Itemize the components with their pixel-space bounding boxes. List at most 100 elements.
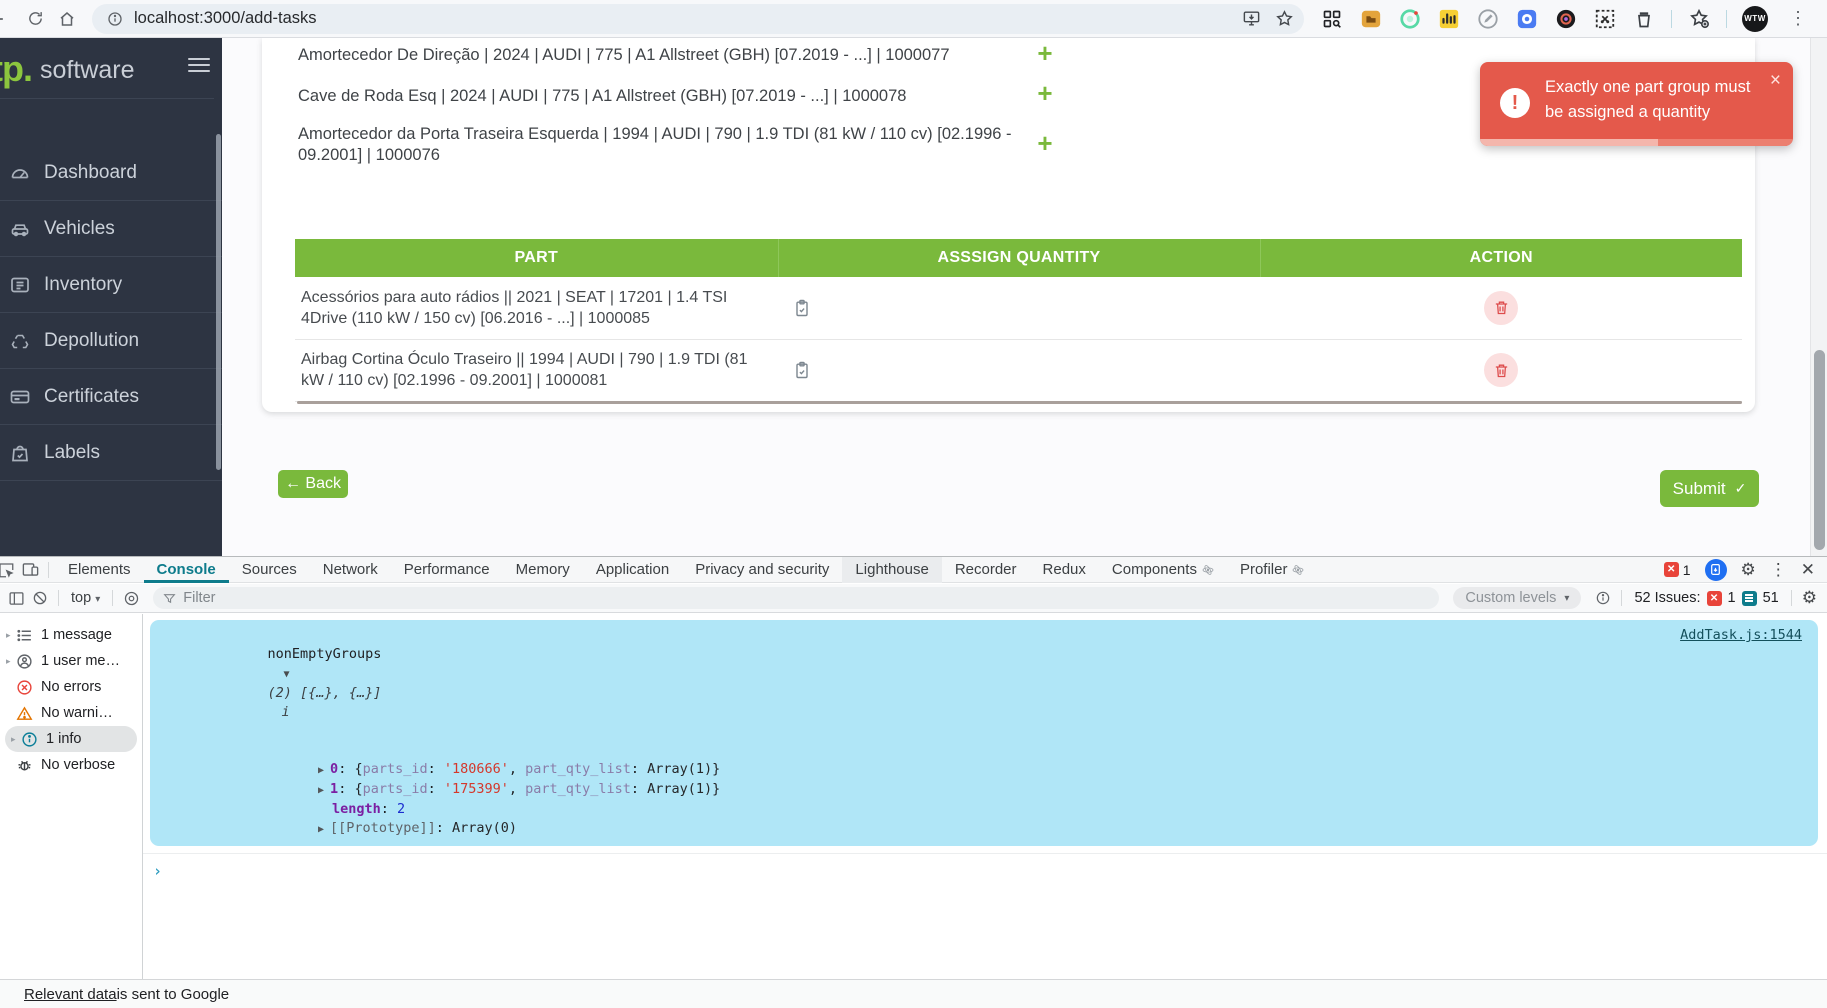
sidebar-item-label: Dashboard — [44, 162, 137, 184]
delete-part-button[interactable] — [1484, 291, 1518, 325]
hamburger-icon[interactable] — [188, 54, 210, 76]
console-prompt[interactable]: › — [143, 854, 1827, 880]
devtools-menu-icon[interactable]: ⋮ — [1770, 560, 1787, 580]
live-expression-eye-icon[interactable] — [119, 590, 143, 607]
issues-counter[interactable]: 52 Issues: ✕ 1 51 — [1634, 590, 1778, 606]
filter-info-selected[interactable]: ▸ 1 info — [5, 726, 137, 752]
add-part-button[interactable]: + — [1030, 40, 1060, 66]
console-settings-icon[interactable]: ⚙ — [1802, 588, 1817, 608]
issue-error-icon: ✕ — [1707, 591, 1722, 606]
bookmark-star-icon[interactable] — [1275, 9, 1294, 28]
chevron-down-icon: ▾ — [1564, 593, 1569, 604]
context-selector[interactable]: top ▾ — [71, 590, 100, 606]
sidebar-item-vehicles[interactable]: Vehicles — [0, 201, 222, 257]
sidebar-item-inventory[interactable]: Inventory — [0, 257, 222, 313]
devtools-sync-icon[interactable] — [1705, 559, 1727, 581]
levels-value: Custom levels — [1465, 590, 1556, 606]
back-button[interactable]: ← Back — [278, 470, 348, 498]
source-location-link[interactable]: AddTask.js:1544 — [1680, 626, 1802, 645]
assign-quantity-icon[interactable] — [792, 360, 1259, 380]
add-part-button[interactable]: + — [1030, 80, 1060, 106]
log-levels-dropdown[interactable]: Custom levels ▾ — [1453, 587, 1581, 609]
filter-placeholder: Filter — [183, 590, 215, 606]
part-cell: Airbag Cortina Óculo Traseiro || 1994 | … — [295, 339, 778, 401]
toolbar-divider — [1621, 590, 1622, 606]
ext-target-icon[interactable] — [1398, 7, 1422, 31]
sidebar-item-depollution[interactable]: Depollution — [0, 313, 222, 369]
tab-recorder[interactable]: Recorder — [942, 557, 1030, 583]
page-scrollbar-thumb[interactable] — [1814, 350, 1825, 550]
add-part-button[interactable]: + — [1030, 130, 1060, 156]
filter-label: No warni… — [41, 705, 113, 721]
sidebar-scrollbar[interactable] — [216, 134, 221, 470]
sidebar-item-certificates[interactable]: Certificates — [0, 369, 222, 425]
clear-console-icon[interactable] — [28, 590, 52, 606]
ext-folder-icon[interactable] — [1359, 7, 1383, 31]
toolbar-divider — [112, 590, 113, 606]
tab-network[interactable]: Network — [310, 557, 391, 583]
ext-pencil-icon[interactable] — [1476, 7, 1500, 31]
sidebar-item-labels[interactable]: Labels — [0, 425, 222, 481]
tab-performance[interactable]: Performance — [391, 557, 503, 583]
extensions-row: WTW ⋮ — [1320, 6, 1817, 32]
ext-blue-icon[interactable] — [1515, 7, 1539, 31]
console-object-row[interactable]: ▶ 0: {parts_id: '180666', part_qty_list:… — [150, 760, 1818, 780]
relevant-data-link[interactable]: Relevant data — [24, 986, 117, 1003]
home-icon[interactable] — [56, 8, 78, 30]
address-bar[interactable]: localhost:3000/add-tasks — [92, 4, 1304, 34]
tab-sources[interactable]: Sources — [229, 557, 310, 583]
react-atom-icon — [1202, 564, 1214, 576]
ext-bars-icon[interactable] — [1437, 7, 1461, 31]
ext-camera-icon[interactable] — [1554, 7, 1578, 31]
tab-lighthouse[interactable]: Lighthouse — [842, 557, 941, 583]
info-icon[interactable] — [1591, 590, 1615, 606]
filter-errors[interactable]: No errors — [0, 674, 142, 700]
page-scrollbar[interactable] — [1810, 38, 1827, 556]
site-info-icon[interactable] — [106, 8, 124, 30]
filter-user-messages[interactable]: ▸ 1 user me… — [0, 648, 142, 674]
console-object-row[interactable]: ▶ [[Prototype]]: Array(0) — [150, 819, 1818, 839]
caret-icon: ▸ — [11, 734, 19, 745]
tab-elements[interactable]: Elements — [55, 557, 144, 583]
ext-screenshot-icon[interactable] — [1593, 7, 1617, 31]
tab-components[interactable]: Components — [1099, 557, 1227, 583]
filter-verbose[interactable]: No verbose — [0, 752, 142, 778]
reload-icon[interactable] — [24, 8, 46, 30]
toolbar-divider — [1791, 590, 1792, 606]
delete-part-button[interactable] — [1484, 353, 1518, 387]
error-count: 1 — [1683, 562, 1691, 578]
profile-avatar[interactable]: WTW — [1742, 6, 1768, 32]
filter-all-messages[interactable]: ▸ 1 message — [0, 622, 142, 648]
collapse-triangle-icon[interactable]: ▼ — [284, 665, 290, 684]
sidebar-item-dashboard[interactable]: Dashboard — [0, 145, 222, 201]
assign-quantity-icon[interactable] — [792, 298, 1259, 318]
inspect-element-icon[interactable] — [0, 561, 18, 579]
tab-label: Components — [1112, 557, 1197, 582]
console-sidebar-toggle-icon[interactable] — [4, 590, 28, 607]
tab-profiler[interactable]: Profiler — [1227, 557, 1318, 583]
back-icon[interactable] — [0, 8, 8, 30]
device-toolbar-icon[interactable] — [18, 560, 42, 579]
ext-star-badge-icon[interactable] — [1687, 7, 1711, 31]
ext-qr-icon[interactable] — [1320, 7, 1344, 31]
tab-memory[interactable]: Memory — [503, 557, 583, 583]
devtools-error-badge[interactable]: ✕ 1 — [1664, 562, 1691, 578]
console-object-row[interactable]: ▶ 1: {parts_id: '175399', part_qty_list:… — [150, 780, 1818, 800]
browser-menu-icon[interactable]: ⋮ — [1783, 8, 1817, 29]
url-text[interactable]: localhost:3000/add-tasks — [134, 9, 1242, 28]
devtools-settings-icon[interactable]: ⚙ — [1741, 560, 1756, 580]
toast-close-icon[interactable]: × — [1770, 70, 1781, 92]
tab-console[interactable]: Console — [144, 557, 229, 583]
issue-error-count: 1 — [1728, 590, 1736, 606]
tab-application[interactable]: Application — [583, 557, 682, 583]
tab-privacy-security[interactable]: Privacy and security — [682, 557, 842, 583]
submit-button[interactable]: Submit ✓ — [1660, 470, 1759, 507]
table-horizontal-scrollbar[interactable] — [297, 401, 1742, 404]
tab-redux[interactable]: Redux — [1030, 557, 1099, 583]
console-output: nonEmptyGroups ▼ (2) [{…}, {…}] i AddTas… — [143, 614, 1827, 979]
devtools-close-icon[interactable]: ✕ — [1801, 560, 1815, 580]
ext-jar-icon[interactable] — [1632, 7, 1656, 31]
console-filter-input[interactable]: Filter — [153, 587, 1439, 609]
install-app-icon[interactable] — [1242, 9, 1261, 28]
filter-warnings[interactable]: No warni… — [0, 700, 142, 726]
